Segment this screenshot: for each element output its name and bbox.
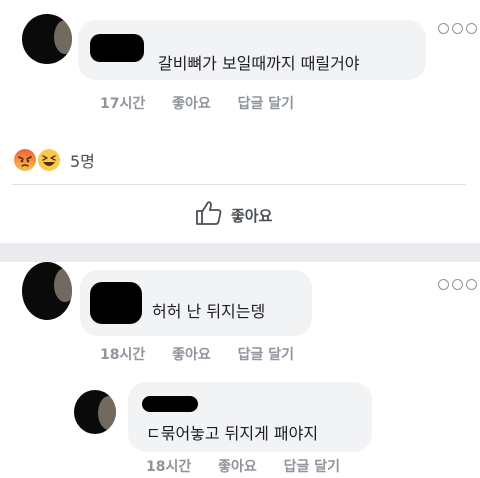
comment-time[interactable]: 17시간 [100, 96, 145, 112]
comment-text: 허허 난 뒤지는뎅 [152, 302, 266, 321]
redacted-name[interactable] [90, 34, 144, 62]
reply-time[interactable]: 18시간 [146, 459, 191, 475]
comment-like-link[interactable]: 좋아요 [172, 347, 211, 363]
avatar-edge [54, 20, 72, 54]
redacted-name[interactable] [142, 396, 198, 412]
reply-text: ㄷ묶어놓고 뒤지게 패야지 [146, 424, 319, 443]
avatar[interactable] [22, 14, 72, 64]
avatar-edge [98, 396, 116, 430]
redacted-name[interactable] [90, 282, 142, 324]
reaction-summary[interactable]: 5명 [14, 148, 95, 172]
comment-reply-link[interactable]: 답글 달기 [238, 96, 294, 112]
haha-icon [38, 149, 60, 171]
divider [12, 184, 466, 185]
angry-icon [14, 149, 36, 171]
reply-bubble: ㄷ묶어놓고 뒤지게 패야지 [128, 382, 372, 452]
comment-like-link[interactable]: 좋아요 [172, 96, 211, 112]
reaction-count: 5명 [70, 152, 95, 171]
like-button[interactable]: 좋아요 [195, 200, 272, 230]
comment-meta: 17시간 좋아요 답글 달기 [100, 93, 316, 113]
thumbs-up-icon [195, 200, 223, 230]
reply-like-link[interactable]: 좋아요 [218, 459, 257, 475]
like-label: 좋아요 [231, 206, 273, 225]
post-card: 갈비뼈가 보일때까지 때릴거야 17시간 좋아요 답글 달기 5명 좋아요 [0, 0, 480, 243]
reply-reply-link[interactable]: 답글 달기 [284, 459, 340, 475]
avatar-edge [54, 268, 72, 302]
comment-text: 갈비뼈가 보일때까지 때릴거야 [158, 54, 360, 73]
post-card: 허허 난 뒤지는뎅 18시간 좋아요 답글 달기 ㄷ묶어놓고 뒤지게 패야지 1… [0, 262, 480, 478]
comment-bubble: 허허 난 뒤지는뎅 [80, 270, 312, 336]
reply-meta: 18시간 좋아요 답글 달기 [146, 456, 362, 476]
more-options-icon[interactable] [438, 279, 478, 291]
comment-meta: 18시간 좋아요 답글 달기 [100, 344, 316, 364]
comment-bubble: 갈비뼈가 보일때까지 때릴거야 [78, 20, 426, 80]
comment-reply-link[interactable]: 답글 달기 [238, 347, 294, 363]
more-options-icon[interactable] [438, 23, 478, 35]
reply-avatar[interactable] [74, 390, 116, 434]
comment-time[interactable]: 18시간 [100, 347, 145, 363]
avatar[interactable] [22, 262, 72, 320]
